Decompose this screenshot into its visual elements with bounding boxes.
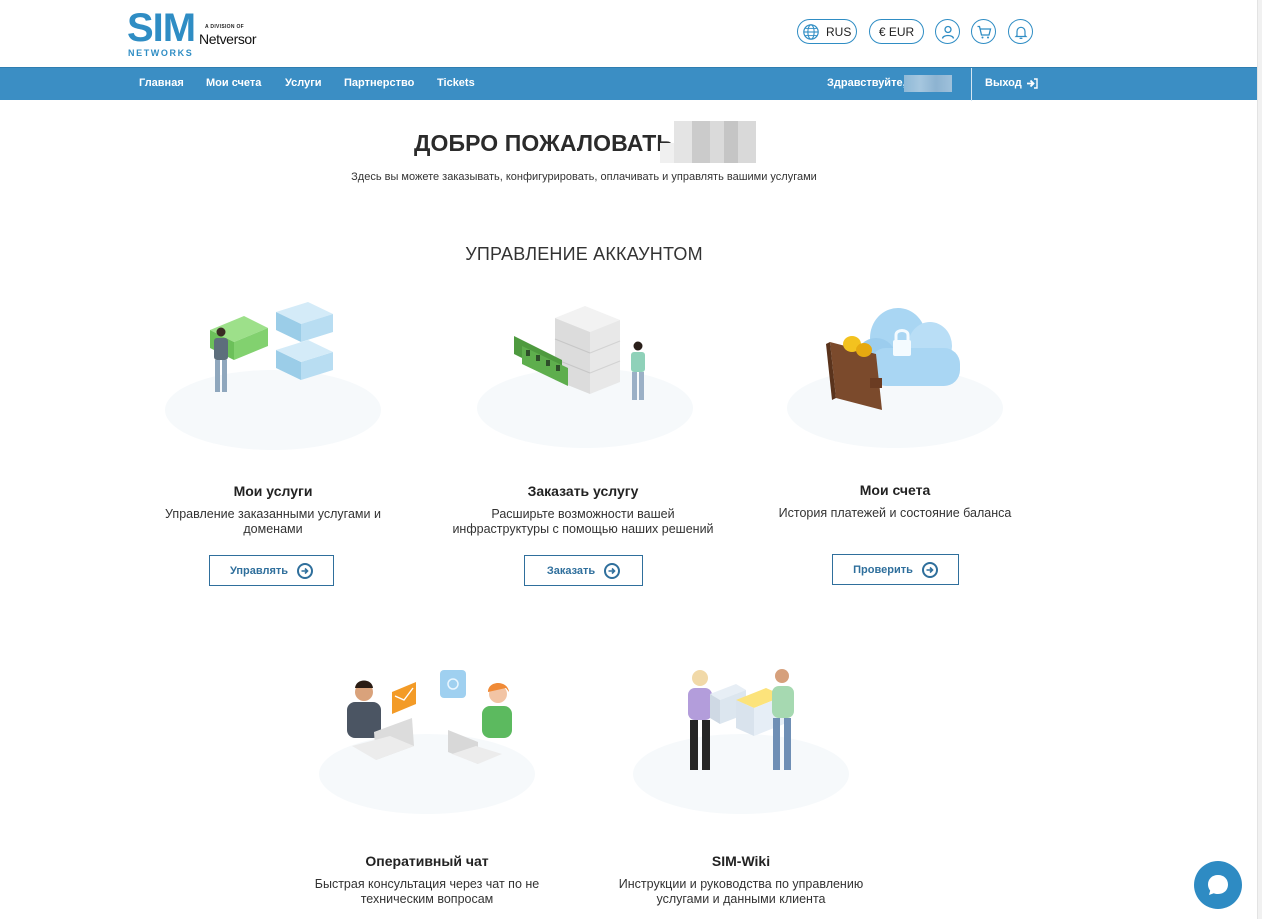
card-description: Инструкции и руководства по управлению у… [591, 877, 891, 907]
card-description: Быстрая консультация через чат по не тех… [282, 877, 572, 907]
card-title: SIM-Wiki [711, 853, 771, 869]
language-selector[interactable]: RUS [797, 19, 857, 44]
sim-networks-logo[interactable]: SIM NETWORKS A DIVISION OF Netversor [127, 8, 267, 60]
button-label: Заказать [546, 564, 596, 577]
redacted-username [904, 75, 952, 92]
page-scrollbar[interactable] [1257, 0, 1262, 919]
order-service-button[interactable]: Заказать [524, 555, 643, 586]
card-title: Заказать услугу [527, 483, 639, 499]
logout-label: Выход [985, 77, 1022, 89]
nav-item-home[interactable]: Главная [139, 77, 184, 89]
section-title: УПРАВЛЕНИЕ АККАУНТОМ [465, 244, 703, 264]
sign-out-icon [1026, 77, 1038, 89]
logo-division-name: Netversor [199, 31, 257, 47]
live-chat-button[interactable] [1194, 861, 1242, 909]
bell-icon [1014, 26, 1027, 39]
card-description: Расширьте возможности вашей инфраструкту… [438, 507, 728, 537]
card-description-line: доменами [243, 522, 303, 536]
card-description-line: История платежей и состояние баланса [778, 506, 1012, 520]
logout-link[interactable]: Выход [985, 77, 1038, 89]
cart-icon [977, 25, 991, 38]
globe-icon [803, 23, 819, 40]
nav-item-tickets[interactable]: Tickets [437, 77, 475, 89]
user-icon [941, 25, 954, 39]
greeting-text: Здравствуйте, [827, 77, 906, 89]
logo-division-label: A DIVISION OF [205, 24, 244, 30]
order-illustration [477, 306, 693, 448]
card-title: Мои услуги [233, 483, 313, 499]
card-description-line: Инструкции и руководства по управлению [618, 877, 864, 891]
language-label: RUS [826, 24, 852, 39]
arrow-right-circle-icon [297, 562, 314, 579]
wiki-illustration [633, 669, 849, 814]
chat-bubble-icon [1208, 875, 1228, 895]
button-label: Проверить [853, 563, 913, 576]
card-description-line: услугами и данными клиента [656, 892, 826, 906]
logo-wordmark: SIM [127, 6, 196, 50]
manage-services-button[interactable]: Управлять [209, 555, 334, 586]
currency-selector[interactable]: € EUR [869, 19, 924, 44]
nav-item-services[interactable]: Услуги [285, 77, 322, 89]
welcome-heading: ДОБРО ПОЖАЛОВАТЬ, [414, 130, 680, 156]
cart-button[interactable] [971, 19, 996, 44]
check-invoices-button[interactable]: Проверить [832, 554, 959, 585]
arrow-right-circle-icon [604, 562, 621, 579]
welcome-subtitle: Здесь вы можете заказывать, конфигуриров… [351, 171, 817, 183]
nav-item-invoices[interactable]: Мои счета [206, 77, 261, 89]
card-title: Мои счета [859, 482, 931, 498]
card-description: История платежей и состояние баланса [752, 506, 1038, 521]
card-description: Управление заказанными услугами и домена… [142, 507, 404, 537]
card-description-line: Управление заказанными услугами и [165, 507, 381, 521]
top-header: SIM NETWORKS A DIVISION OF Netversor RUS… [0, 0, 1262, 67]
nav-divider [971, 68, 972, 101]
redacted-username-large [660, 121, 756, 164]
servers-illustration [165, 302, 381, 450]
logo-subtitle: NETWORKS [128, 48, 194, 58]
arrow-right-circle-icon [921, 561, 938, 578]
account-button[interactable] [935, 19, 960, 44]
card-title: Оперативный чат [365, 853, 489, 869]
nav-item-partnership[interactable]: Партнерство [344, 77, 414, 89]
chat-illustration [319, 670, 535, 814]
card-description-line: Быстрая консультация через чат по не [314, 877, 540, 891]
card-description-line: инфраструктуры с помощью наших решений [452, 522, 714, 536]
button-label: Управлять [229, 564, 289, 577]
main-nav: Главная Мои счета Услуги Партнерство Tic… [0, 67, 1262, 101]
currency-label: € EUR [878, 24, 915, 39]
notifications-button[interactable] [1008, 19, 1033, 44]
card-description-line: техническим вопросам [360, 892, 494, 906]
card-description-line: Расширьте возможности вашей [491, 507, 675, 521]
wallet-cloud-illustration [787, 308, 1003, 448]
